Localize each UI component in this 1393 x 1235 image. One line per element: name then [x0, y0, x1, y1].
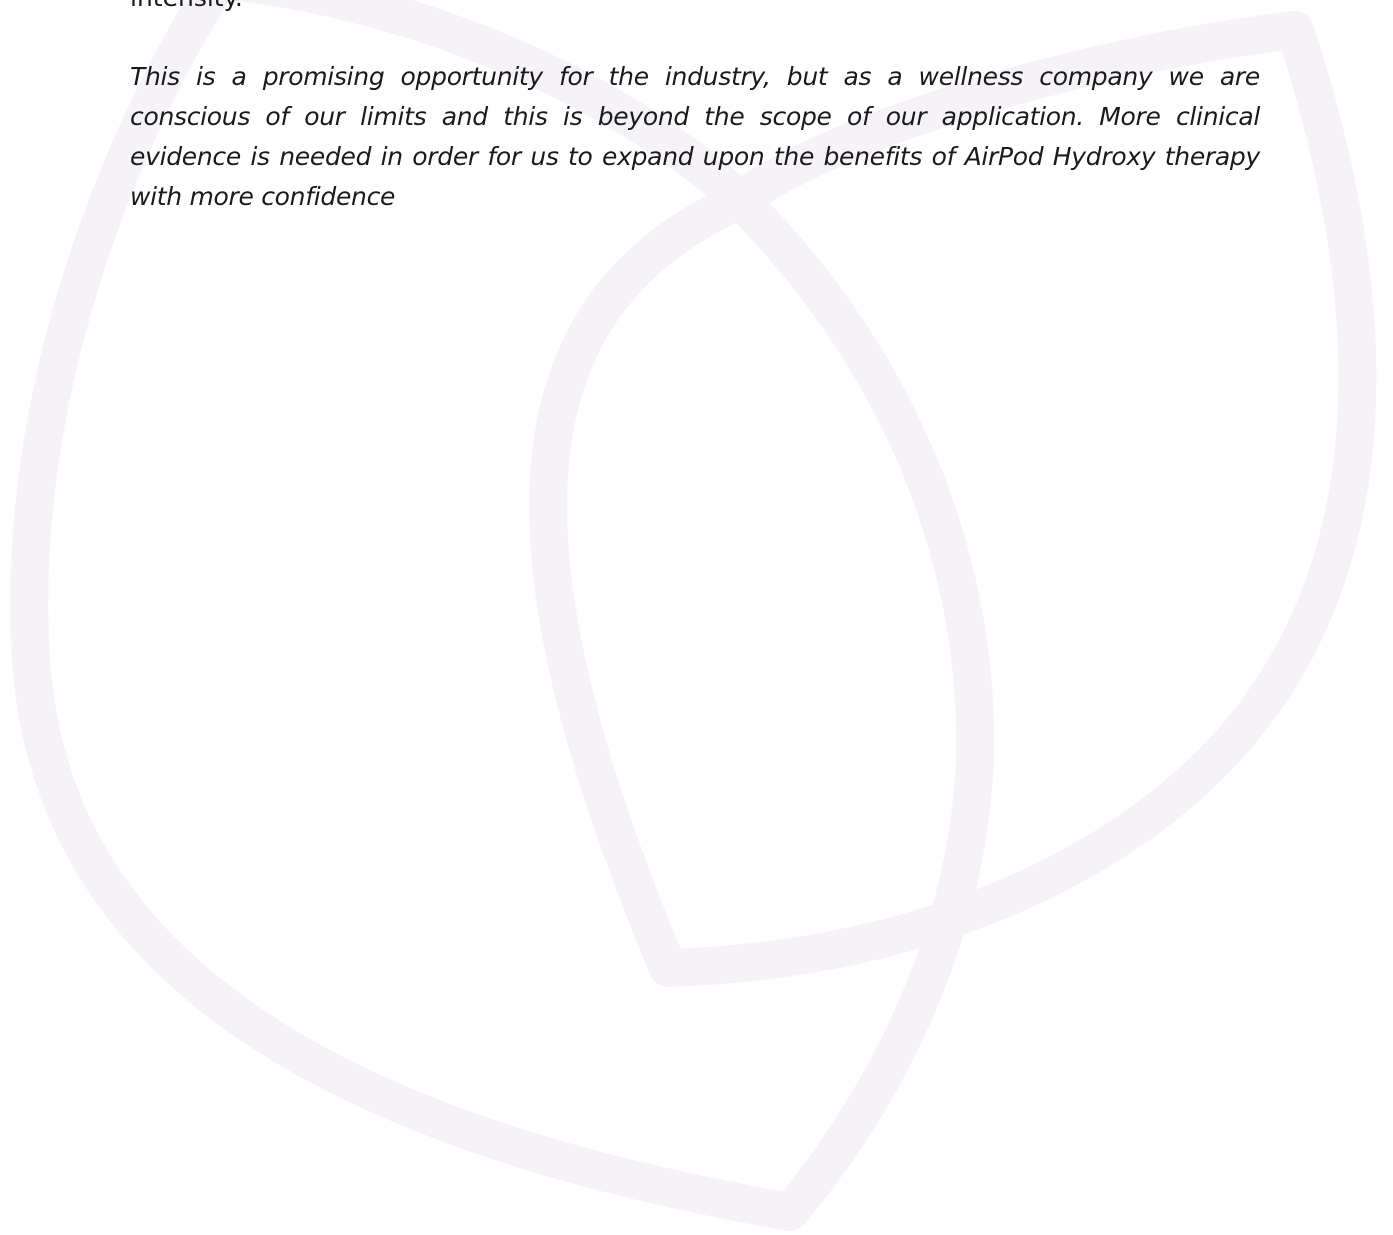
previous-paragraph-end: intensity.	[130, 0, 243, 18]
note-paragraph: This is a promising opportunity for the …	[130, 62, 1260, 211]
